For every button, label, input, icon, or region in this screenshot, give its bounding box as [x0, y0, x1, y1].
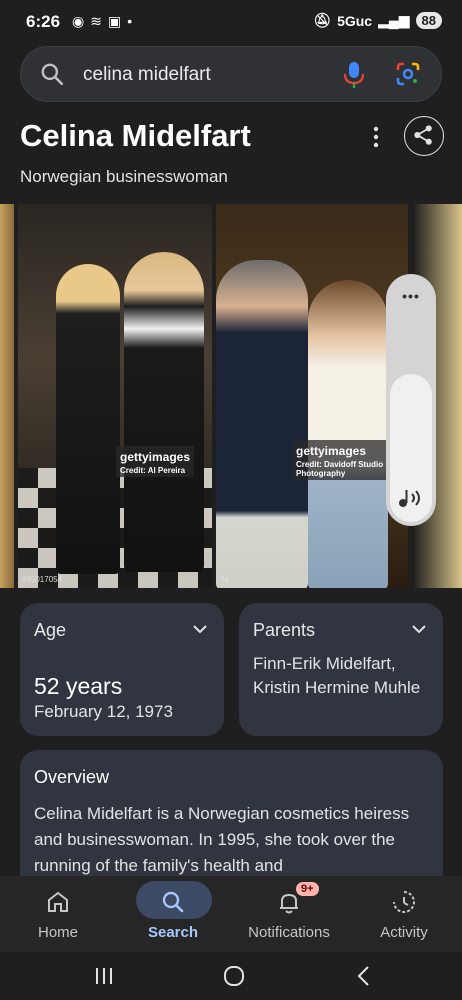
- watermark-logo: gettyimages: [120, 450, 191, 464]
- back-icon[interactable]: [352, 964, 376, 988]
- status-time: 6:26: [26, 12, 61, 31]
- person-figure: [308, 280, 388, 588]
- system-nav-bar: [0, 952, 462, 1000]
- mute-icon: 🔕︎: [313, 12, 332, 28]
- share-icon: [414, 125, 432, 145]
- screenshot-icon: ▣: [107, 13, 128, 29]
- dot-icon: •: [127, 13, 139, 29]
- gallery-photo-2[interactable]: gettyimages Credit: Davidoff Studio Phot…: [216, 204, 408, 588]
- watermark-logo: gettyimages: [296, 444, 367, 458]
- search-bar[interactable]: celina midelfart: [20, 46, 442, 102]
- getty-watermark: gettyimages Credit: Al Pereira: [116, 446, 195, 477]
- age-card[interactable]: Age 52 years February 12, 1973: [20, 603, 224, 736]
- nav-home[interactable]: Home: [3, 876, 113, 952]
- mic-icon[interactable]: [343, 61, 365, 89]
- chevron-down-icon[interactable]: [411, 621, 427, 637]
- photo-id: 645017054: [22, 575, 63, 584]
- activity-icon: [393, 891, 415, 913]
- overview-label: Overview: [34, 767, 110, 787]
- volume-more-icon[interactable]: •••: [386, 288, 436, 304]
- parents-card[interactable]: Parents Finn-Erik Midelfart, Kristin Her…: [239, 603, 443, 736]
- parents-label: Parents: [253, 620, 316, 640]
- nav-notifications[interactable]: 9+ Notifications: [234, 876, 344, 952]
- home-button-icon[interactable]: [222, 964, 246, 988]
- search-input[interactable]: celina midelfart: [83, 64, 211, 86]
- recent-apps-icon[interactable]: [92, 964, 116, 988]
- status-right: 🔕︎ 5Guc ▂▄▆ 88: [313, 12, 442, 29]
- home-icon: [48, 891, 68, 912]
- nav-notifications-label: Notifications: [248, 924, 330, 941]
- status-notification-icons: ◉≋▣•: [72, 13, 138, 30]
- search-icon: [41, 63, 64, 86]
- chrome-icon: ◉: [72, 13, 91, 29]
- nav-activity-label: Activity: [380, 924, 428, 941]
- person-figure: [56, 264, 120, 574]
- network-label: 5Guc: [337, 12, 373, 29]
- nav-home-label: Home: [37, 924, 78, 941]
- search-icon: [162, 891, 184, 913]
- gallery-photo-1[interactable]: gettyimages Credit: Al Pereira 645017054: [18, 204, 212, 588]
- bottom-nav: Home Search 9+ Notifications Activity: [0, 876, 462, 952]
- page-title: Celina Midelfart: [20, 118, 251, 153]
- chevron-down-icon[interactable]: [192, 621, 208, 637]
- share-button[interactable]: [404, 116, 444, 156]
- battery-level: 88: [415, 12, 442, 29]
- person-figure: [216, 260, 308, 588]
- watermark-credit: Credit: Al Pereira: [120, 466, 186, 475]
- signal-waves-icon: ≋: [90, 13, 108, 29]
- signal-icon: ▂▄▆: [378, 12, 410, 28]
- parents-value[interactable]: Finn-Erik Midelfart, Kristin Hermine Muh…: [253, 652, 433, 700]
- person-figure: [124, 252, 204, 572]
- age-label: Age: [34, 620, 67, 640]
- age-value: 52 years: [34, 673, 123, 699]
- status-bar: 6:26 ◉≋▣• 🔕︎ 5Guc ▂▄▆ 88: [0, 0, 462, 44]
- nav-search[interactable]: Search: [118, 876, 228, 952]
- volume-panel[interactable]: •••: [386, 274, 436, 526]
- more-options-icon[interactable]: [366, 124, 386, 150]
- overview-text: Celina Midelfart is a Norwegian cosmetic…: [34, 804, 410, 875]
- birth-date: February 12, 1973: [34, 702, 173, 721]
- nav-search-label: Search: [147, 924, 199, 941]
- photo-id: 34: [220, 575, 229, 584]
- nav-activity[interactable]: Activity: [349, 876, 459, 952]
- lens-icon[interactable]: [395, 61, 421, 87]
- notification-badge: 9+: [296, 882, 319, 896]
- speaker-icon[interactable]: [397, 486, 425, 510]
- gallery-photo-partial-left[interactable]: [0, 204, 14, 588]
- page-subtitle: Norwegian businesswoman: [20, 167, 228, 186]
